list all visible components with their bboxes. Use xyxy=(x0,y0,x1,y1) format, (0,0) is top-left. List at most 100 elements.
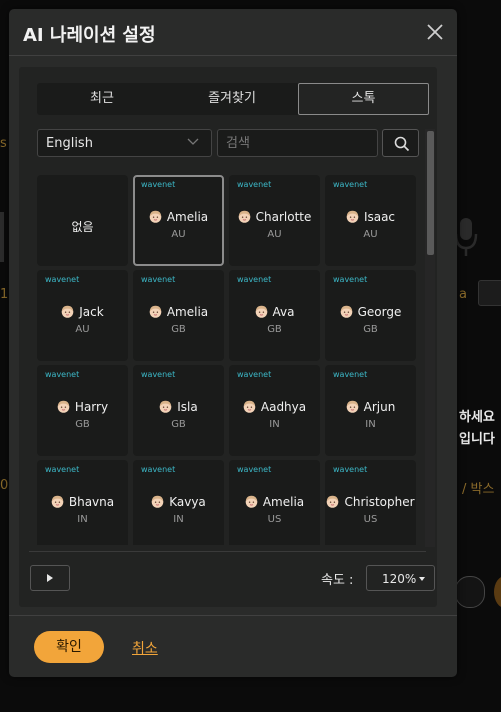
voice-name-row: Amelia xyxy=(135,210,222,224)
bg-text-fragment: / 박스 xyxy=(462,482,495,497)
voice-name-row: Ava xyxy=(229,305,320,319)
voice-card[interactable]: wavenet Isla GB xyxy=(133,365,224,456)
face-icon xyxy=(327,495,339,508)
chevron-down-icon xyxy=(187,138,199,145)
voice-card[interactable]: wavenet Christopher US xyxy=(325,460,416,545)
face-icon xyxy=(149,305,162,318)
voice-name-row: Jack xyxy=(37,305,128,319)
voice-card[interactable]: wavenet Aadhya IN xyxy=(229,365,320,456)
voice-grid: 없음 wavenet Amelia AU wavenet Charlotte AU waven… xyxy=(37,175,421,545)
voice-name-row: Aadhya xyxy=(229,400,320,414)
face-icon xyxy=(245,495,258,508)
voice-region: AU xyxy=(171,229,186,240)
voice-engine: wavenet xyxy=(141,275,176,284)
voice-card[interactable]: wavenet Harry GB xyxy=(37,365,128,456)
voice-name-row: Arjun xyxy=(325,400,416,414)
voice-engine: wavenet xyxy=(45,370,80,379)
voice-name: Amelia xyxy=(166,210,209,224)
voice-engine: wavenet xyxy=(237,180,272,189)
voice-region: GB xyxy=(171,419,186,430)
voice-name-row: Charlotte xyxy=(229,210,320,224)
voice-name: Isaac xyxy=(363,210,396,224)
voice-name-row: Amelia xyxy=(133,305,224,319)
voice-card[interactable]: wavenet George GB xyxy=(325,270,416,361)
cancel-button[interactable]: 취소 xyxy=(132,638,158,658)
face-icon xyxy=(340,305,352,318)
voice-card[interactable]: wavenet Amelia GB xyxy=(133,270,224,361)
voice-region: GB xyxy=(75,419,90,430)
bg-korean-text: 입니다 xyxy=(459,432,495,447)
confirm-button[interactable]: 확인 xyxy=(34,631,104,663)
voice-card[interactable]: wavenet Isaac AU xyxy=(325,175,416,266)
play-icon xyxy=(47,574,53,582)
voice-name-row: Isaac xyxy=(325,210,416,224)
voice-engine: wavenet xyxy=(45,465,80,474)
face-icon xyxy=(61,305,74,318)
voice-card[interactable]: wavenet Charlotte AU xyxy=(229,175,320,266)
language-select[interactable]: English xyxy=(37,129,212,157)
face-icon xyxy=(243,400,256,413)
tab-favorites[interactable]: 즐겨찾기 xyxy=(167,83,297,115)
voice-name-row: Bhavna xyxy=(37,495,128,509)
search-icon xyxy=(394,136,410,152)
voice-none-label: 없음 xyxy=(71,220,94,234)
voice-region: US xyxy=(267,514,282,525)
voice-name: Ava xyxy=(272,305,295,319)
face-icon xyxy=(151,495,164,508)
bg-button xyxy=(494,576,501,608)
voice-region: GB xyxy=(171,324,186,335)
speed-select[interactable]: 120% xyxy=(366,565,435,591)
voice-region: AU xyxy=(267,229,282,240)
close-button[interactable] xyxy=(425,22,445,42)
voice-name-row: George xyxy=(325,305,416,319)
tab-stock[interactable]: 스톡 xyxy=(298,83,429,115)
voice-engine: wavenet xyxy=(333,180,368,189)
voice-card[interactable]: wavenet Bhavna IN xyxy=(37,460,128,545)
voice-card[interactable]: wavenet Amelia AU xyxy=(133,175,224,266)
play-preview-button[interactable] xyxy=(30,565,70,591)
tab-recent[interactable]: 최근 xyxy=(37,83,167,115)
voice-region: IN xyxy=(269,419,280,430)
bg-text-fragment: a xyxy=(459,287,467,302)
voice-region: IN xyxy=(365,419,376,430)
voice-name: Kavya xyxy=(169,495,206,509)
voice-engine: wavenet xyxy=(237,370,272,379)
voice-card[interactable]: wavenet Kavya IN xyxy=(133,460,224,545)
face-icon xyxy=(149,210,162,223)
search-input[interactable] xyxy=(217,129,378,157)
voice-name: George xyxy=(357,305,402,319)
language-value: English xyxy=(46,136,93,151)
voice-engine: wavenet xyxy=(333,275,368,284)
voice-name-row: Christopher xyxy=(325,495,416,509)
bg-text-fragment: 0 xyxy=(0,478,9,493)
voice-tabs: 최근 즐겨찾기 스톡 xyxy=(37,83,429,115)
voice-card-none[interactable]: 없음 xyxy=(37,175,128,266)
bg-button xyxy=(455,576,485,608)
scrollbar-thumb[interactable] xyxy=(427,131,434,255)
voice-card[interactable]: wavenet Arjun IN xyxy=(325,365,416,456)
speed-label: 속도 : xyxy=(321,573,354,588)
microphone-icon xyxy=(455,218,478,256)
face-icon xyxy=(51,495,64,508)
voice-engine: wavenet xyxy=(333,370,368,379)
voice-engine: wavenet xyxy=(333,465,368,474)
voice-name: Amelia xyxy=(166,305,209,319)
voice-region: IN xyxy=(173,514,184,525)
voice-name: Bhavna xyxy=(68,495,115,509)
voice-name: Harry xyxy=(74,400,109,414)
voice-region: US xyxy=(363,514,378,525)
voice-name: Aadhya xyxy=(260,400,307,414)
voice-region: AU xyxy=(363,229,378,240)
face-icon xyxy=(57,400,70,413)
voice-card[interactable]: wavenet Amelia US xyxy=(229,460,320,545)
voice-card[interactable]: wavenet Jack AU xyxy=(37,270,128,361)
voice-card[interactable]: wavenet Ava GB xyxy=(229,270,320,361)
voice-name: Isla xyxy=(177,400,198,414)
caret-down-icon xyxy=(419,577,425,581)
close-icon xyxy=(427,24,443,40)
voice-name: Arjun xyxy=(363,400,396,414)
voice-name: Charlotte xyxy=(255,210,312,224)
dialog-footer: 확인 취소 xyxy=(9,615,457,677)
voice-name-row: Kavya xyxy=(133,495,224,509)
search-button[interactable] xyxy=(382,129,419,157)
